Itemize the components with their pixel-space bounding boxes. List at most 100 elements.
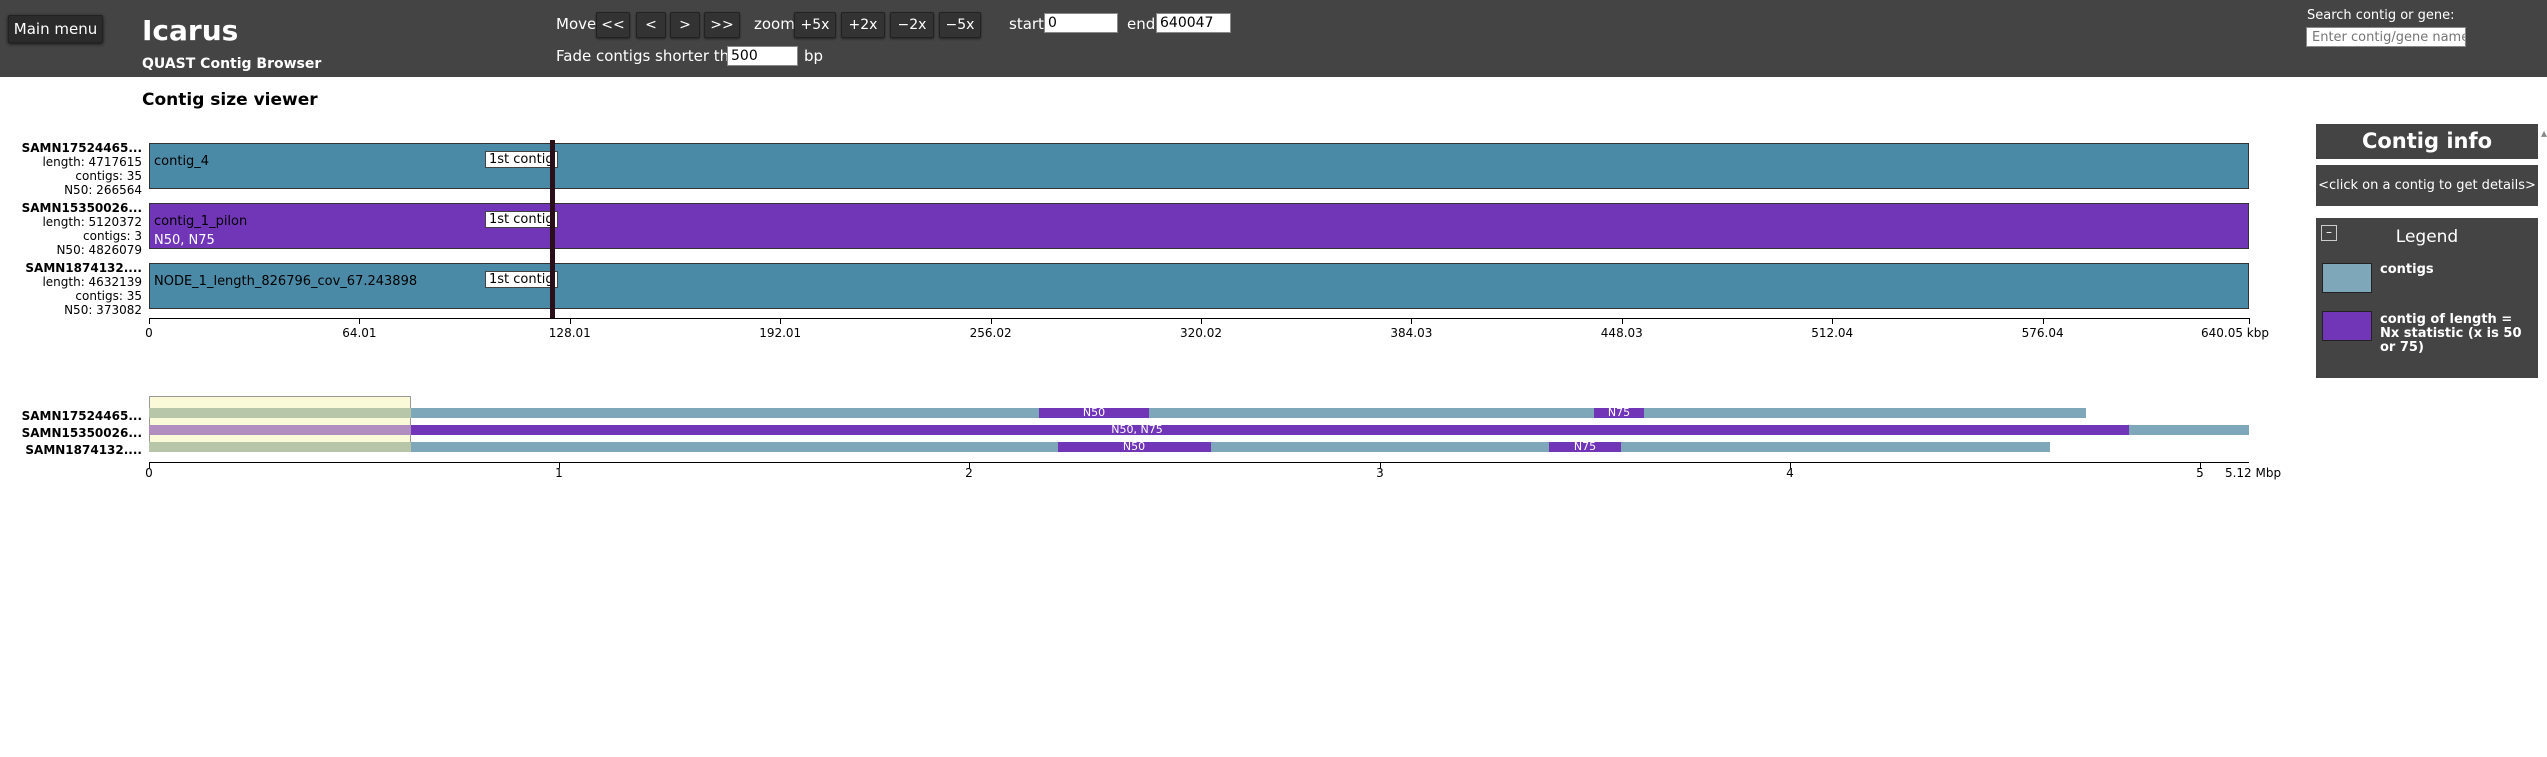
legend-label-contigs: contigs	[2380, 262, 2434, 277]
overview-contigs[interactable]	[2129, 425, 2249, 435]
contig-info-body: <click on a contig to get details>	[2316, 165, 2538, 206]
start-input[interactable]	[1044, 13, 1118, 33]
first-contig-tag: 1st contig	[485, 271, 558, 288]
genome-name: SAMN15350026...	[21, 201, 142, 215]
genome-label: SAMN1874132.... length: 4632139 contigs:…	[20, 261, 142, 317]
genome-contigs: contigs: 35	[75, 169, 142, 183]
viewer-axis-line	[149, 318, 2249, 319]
axis-tick	[359, 318, 361, 324]
axis-tick-label: 64.01	[342, 326, 377, 340]
axis-tick	[1411, 318, 1413, 324]
first-contig-tag: 1st contig	[485, 211, 558, 228]
zoom-in-5x-button[interactable]: +5x	[794, 12, 836, 38]
app-title: Icarus	[142, 14, 239, 47]
genome-label: SAMN15350026... length: 5120372 contigs:…	[20, 201, 142, 257]
move-right-button[interactable]: >	[670, 12, 700, 38]
overview-n75-contig[interactable]: N75	[1594, 406, 1644, 419]
contig-nx-label: N50, N75	[154, 233, 215, 248]
search-label: Search contig or gene:	[2307, 8, 2455, 23]
legend-swatch-contigs	[2322, 263, 2372, 293]
overview-n50-contig[interactable]: N50	[1039, 406, 1149, 419]
overview-axis-tick-label: 4	[1786, 466, 1794, 480]
contig-info-hint: <click on a contig to get details>	[2318, 178, 2536, 193]
move-far-right-button[interactable]: >>	[704, 12, 740, 38]
overview-axis-line	[149, 462, 2249, 463]
axis-tick-label: 384.03	[1390, 326, 1433, 340]
overview-track: N50 N75	[149, 440, 2050, 453]
genome-name: SAMN17524465...	[21, 141, 142, 155]
move-label: Move	[556, 15, 597, 33]
contig-bar[interactable]: contig_4 1st contig	[149, 143, 2249, 189]
zoom-in-2x-button[interactable]: +2x	[841, 12, 885, 38]
main-menu-button[interactable]: Main menu	[8, 15, 103, 43]
axis-tick-label: 320.02	[1180, 326, 1222, 340]
axis-tick	[1201, 318, 1202, 324]
overview-n50-contig[interactable]: N50	[1058, 440, 1211, 453]
contig-name: contig_1_pilon	[154, 214, 248, 229]
axis-tick-label: 512.04	[1811, 326, 1854, 340]
genome-length: length: 4632139	[42, 275, 142, 289]
contig-bar[interactable]: contig_1_pilon N50, N75 1st contig	[149, 203, 2249, 249]
fade-label: Fade contigs shorter than	[556, 47, 748, 65]
zoom-out-2x-button[interactable]: −2x	[890, 12, 934, 38]
contig-info-header: Contig info	[2316, 124, 2538, 159]
viewer-title: Contig size viewer	[142, 90, 318, 110]
axis-tick	[149, 318, 150, 324]
scrollbar-arrow-icon[interactable]: ▴	[2541, 126, 2547, 140]
axis-tick	[569, 318, 571, 324]
overview-n50-n75-contig[interactable]: N50, N75	[149, 423, 2129, 436]
move-left-button[interactable]: <	[636, 12, 666, 38]
position-cursor-line	[550, 140, 555, 318]
overview-track: N50, N75	[149, 423, 2249, 436]
axis-tick-label: 576.04	[2021, 326, 2064, 340]
overview-axis-tick-label: 1	[555, 466, 563, 480]
axis-tick-label: 192.01	[759, 326, 802, 340]
axis-tick-label: 640.05 kbp	[2201, 326, 2269, 340]
genome-n50: N50: 4826079	[56, 243, 142, 257]
move-far-left-button[interactable]: <<	[596, 12, 630, 38]
genome-label: SAMN17524465... length: 4717615 contigs:…	[20, 141, 142, 197]
start-label: start	[1009, 15, 1044, 33]
overview-n75-label: N75	[1607, 406, 1631, 419]
axis-tick	[2249, 318, 2250, 324]
axis-tick	[1832, 318, 1834, 324]
overview-n50-label: N50	[1122, 440, 1146, 453]
search-input[interactable]	[2306, 27, 2466, 47]
contig-bar[interactable]: NODE_1_length_826796_cov_67.243898 1st c…	[149, 263, 2249, 309]
legend-swatch-nx	[2322, 311, 2372, 341]
axis-tick	[780, 318, 782, 324]
axis-tick	[2042, 318, 2044, 324]
zoom-out-5x-button[interactable]: −5x	[939, 12, 981, 38]
overview-axis-tick-label: 3	[1376, 466, 1384, 480]
first-contig-tag: 1st contig	[485, 151, 558, 168]
overview-axis-tick-label: 0	[145, 466, 153, 480]
legend-collapse-button[interactable]: –	[2321, 225, 2337, 241]
genome-contigs: contigs: 3	[83, 229, 142, 243]
overview-n75-contig[interactable]: N75	[1549, 440, 1621, 453]
genome-length: length: 5120372	[42, 215, 142, 229]
overview-visible-region	[149, 442, 411, 452]
genome-length: length: 4717615	[42, 155, 142, 169]
genome-name: SAMN1874132....	[25, 261, 142, 275]
legend-panel: – Legend contigs contig of length = Nx s…	[2316, 218, 2538, 378]
axis-tick-label: 0	[145, 326, 153, 340]
legend-title: Legend	[2395, 227, 2459, 247]
top-bar: Main menu Icarus QUAST Contig Browser Mo…	[0, 0, 2547, 77]
contig-info-title: Contig info	[2361, 129, 2493, 153]
genome-contigs: contigs: 35	[75, 289, 142, 303]
fade-input[interactable]	[727, 46, 798, 66]
contig-name: contig_4	[154, 154, 210, 169]
genome-n50: N50: 373082	[64, 303, 142, 317]
legend-label-nx: contig of length = Nx statistic (x is 50…	[2380, 312, 2522, 355]
overview-n75-label: N75	[1573, 440, 1597, 453]
overview-visible-region	[149, 425, 411, 435]
axis-tick	[1621, 318, 1623, 324]
genome-n50: N50: 266564	[64, 183, 142, 197]
overview-n50-label: N50	[1082, 406, 1106, 419]
axis-tick-label: 448.03	[1600, 326, 1643, 340]
end-input[interactable]	[1156, 13, 1231, 33]
overview-genome-name: SAMN15350026...	[21, 426, 142, 440]
axis-tick-label: 256.02	[969, 326, 1012, 340]
fade-unit: bp	[804, 47, 824, 65]
overview-n50-n75-label: N50, N75	[1111, 423, 1163, 436]
